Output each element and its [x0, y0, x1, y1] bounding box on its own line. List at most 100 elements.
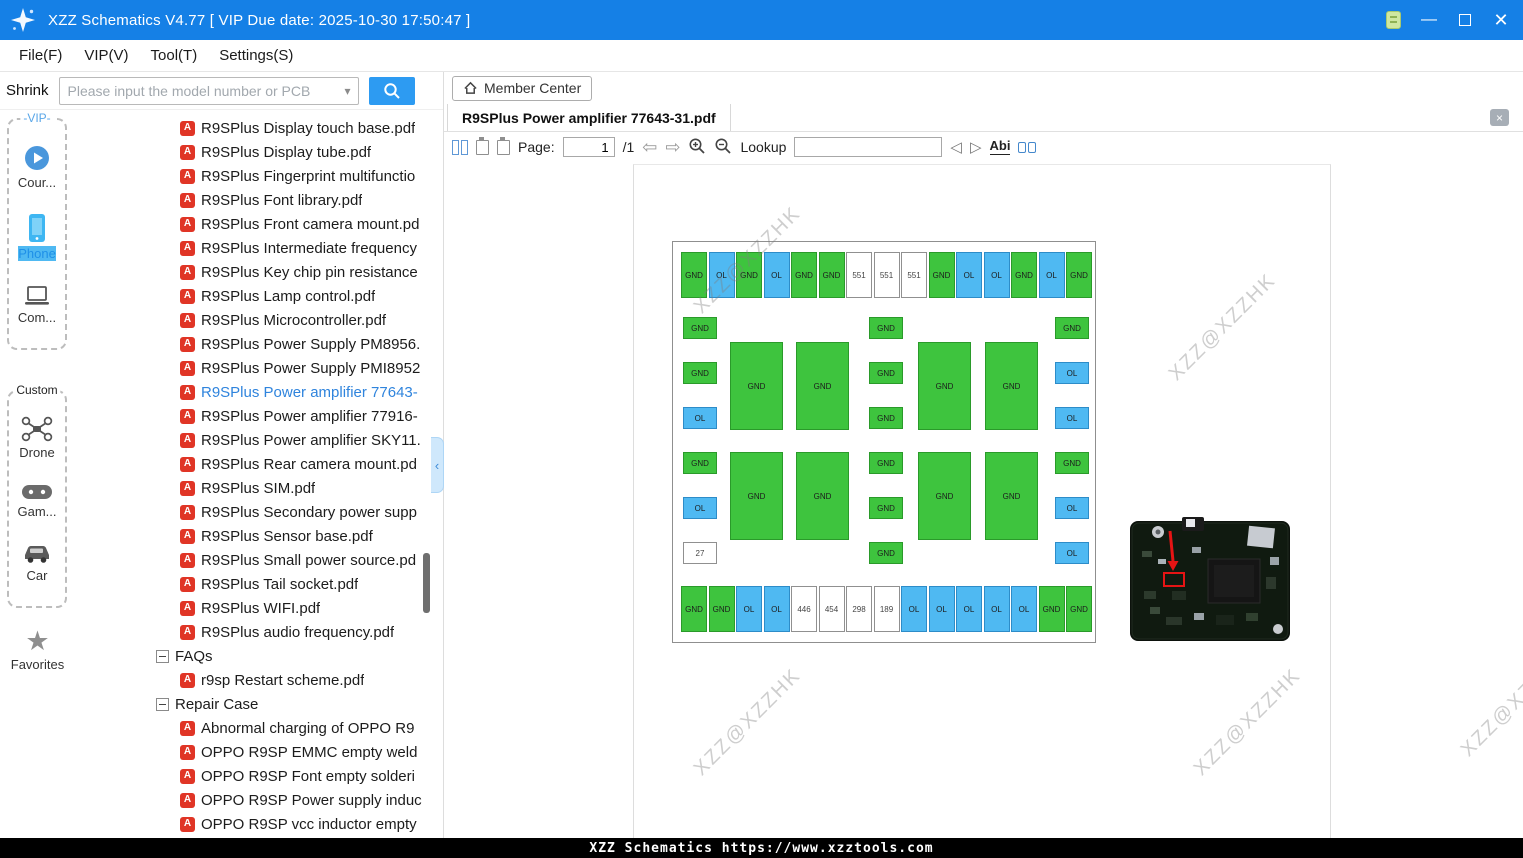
- pad-cell: GND: [928, 252, 955, 298]
- pad-cell: OL: [983, 252, 1010, 298]
- tree-item[interactable]: A R9SPlus Power amplifier SKY11.: [75, 428, 443, 452]
- minimize-button[interactable]: —: [1411, 0, 1447, 40]
- tree-item[interactable]: A OPPO R9SP EMMC empty weld: [75, 740, 443, 764]
- tree-item[interactable]: A Abnormal charging of OPPO R9: [75, 716, 443, 740]
- pad-cell: OL: [956, 586, 982, 632]
- car-icon: [25, 545, 49, 563]
- menu-item[interactable]: File(F): [8, 47, 73, 64]
- two-page-view-icon[interactable]: [452, 139, 468, 155]
- sidebar-item-computer[interactable]: Com...: [18, 285, 56, 325]
- pad-cell: OL: [763, 252, 790, 298]
- pdf-file-icon: A: [180, 576, 195, 592]
- shrink-button[interactable]: Shrink: [6, 82, 49, 99]
- highlight-all-icon[interactable]: [1018, 141, 1037, 153]
- tab-bar: R9SPlus Power amplifier 77643-31.pdf ×: [444, 104, 1523, 132]
- tree-item[interactable]: A OPPO R9SP Font empty solderi: [75, 764, 443, 788]
- tree-item[interactable]: A R9SPlus Key chip pin resistance: [75, 260, 443, 284]
- sidebar-item-game[interactable]: Gam...: [17, 483, 57, 519]
- search-input[interactable]: [59, 82, 338, 99]
- pad-cell: OL: [1038, 252, 1065, 298]
- tree-item[interactable]: A R9SPlus Front camera mount.pd: [75, 212, 443, 236]
- tree-item[interactable]: A R9SPlus Power Supply PMI8952: [75, 356, 443, 380]
- sidebar-item-phone[interactable]: Phone: [18, 213, 56, 261]
- tree-item[interactable]: A R9SPlus Display tube.pdf: [75, 140, 443, 164]
- zoom-out-icon[interactable]: [714, 137, 732, 158]
- tree-item[interactable]: A R9SPlus Display touch base.pdf: [75, 116, 443, 140]
- tree-item[interactable]: A R9SPlus WIFI.pdf: [75, 596, 443, 620]
- pad-cell: GND: [869, 452, 903, 474]
- chevron-down-icon[interactable]: ▾: [338, 84, 358, 98]
- status-bar: XZZ Schematics https://www.xzztools.com: [0, 838, 1523, 858]
- lookup-input[interactable]: [794, 137, 943, 157]
- tree-item[interactable]: A R9SPlus Secondary power supp: [75, 500, 443, 524]
- rotate-left-icon[interactable]: [476, 136, 489, 155]
- panel-collapse-handle[interactable]: ‹: [431, 437, 444, 493]
- zoom-in-icon[interactable]: [688, 137, 706, 158]
- sidebar-item-favorites[interactable]: ★ Favorites: [0, 628, 75, 673]
- pad-cell: OL: [736, 586, 762, 632]
- rotate-right-icon[interactable]: [497, 136, 510, 155]
- menu-item[interactable]: Settings(S): [208, 47, 304, 64]
- tree-item[interactable]: A R9SPlus Power Supply PM8956.: [75, 332, 443, 356]
- tree-group-repair-case[interactable]: Repair Case: [75, 692, 443, 716]
- tree-item[interactable]: A R9SPlus Fingerprint multifunctio: [75, 164, 443, 188]
- tree-item[interactable]: A R9SPlus Power amplifier 77916-: [75, 404, 443, 428]
- tree-item[interactable]: A R9SPlus Microcontroller.pdf: [75, 308, 443, 332]
- tree-item[interactable]: A R9SPlus Sensor base.pdf: [75, 524, 443, 548]
- member-center-button[interactable]: Member Center: [452, 75, 593, 101]
- sidebar-item-drone[interactable]: Drone: [19, 416, 55, 460]
- tree-item[interactable]: A R9SPlus Rear camera mount.pd: [75, 452, 443, 476]
- category-sidebar: -VIP- Cour... Phone Com... Custom Drone …: [0, 110, 75, 838]
- find-previous-icon[interactable]: ◁: [950, 140, 962, 155]
- pad-cell: 27: [683, 542, 717, 564]
- tree-item[interactable]: A R9SPlus Power amplifier 77643-: [75, 380, 443, 404]
- tree-scrollbar-thumb[interactable]: [423, 553, 430, 613]
- tree-group-faqs[interactable]: FAQs: [75, 644, 443, 668]
- next-page-icon[interactable]: ⇨: [665, 138, 680, 156]
- pdf-file-icon: A: [180, 264, 195, 280]
- menu-item[interactable]: Tool(T): [140, 47, 209, 64]
- pdf-file-icon: A: [180, 816, 195, 832]
- close-tab-icon[interactable]: ×: [1490, 109, 1509, 126]
- left-pane: Shrink ▾ -VIP-: [0, 72, 443, 838]
- font-tool-icon[interactable]: Abi: [989, 139, 1011, 155]
- sidebar-item-course[interactable]: Cour...: [18, 144, 56, 190]
- tree-item[interactable]: A R9SPlus SIM.pdf: [75, 476, 443, 500]
- collapse-minus-icon[interactable]: [156, 697, 169, 711]
- pad-cell: 446: [791, 586, 817, 632]
- tree-item[interactable]: A R9SPlus Lamp control.pdf: [75, 284, 443, 308]
- tree-item[interactable]: A R9SPlus audio frequency.pdf: [75, 620, 443, 644]
- tree-item[interactable]: A R9SPlus Font library.pdf: [75, 188, 443, 212]
- tree-item[interactable]: A OPPO R9SP vcc inductor empty: [75, 812, 443, 836]
- home-icon: [464, 81, 477, 94]
- drone-icon: [21, 416, 53, 441]
- custom-section-title: Custom: [13, 383, 61, 397]
- pad-cell: GND: [1066, 586, 1092, 632]
- pad-block: GND: [985, 342, 1038, 430]
- find-next-icon[interactable]: ▷: [970, 140, 982, 155]
- tree-item-label: R9SPlus Fingerprint multifunctio: [201, 167, 416, 185]
- sidebar-item-car[interactable]: Car: [21, 543, 53, 583]
- menu-item[interactable]: VIP(V): [73, 47, 139, 64]
- tree-item[interactable]: A r9sp Restart scheme.pdf: [75, 668, 443, 692]
- tree-item[interactable]: A OPPO R9SP Power supply induc: [75, 788, 443, 812]
- previous-page-icon[interactable]: ⇦: [642, 138, 657, 156]
- pdf-file-icon: A: [180, 672, 195, 688]
- tree-item-label: R9SPlus Sensor base.pdf: [201, 527, 373, 545]
- collapse-minus-icon[interactable]: [156, 649, 169, 663]
- search-button[interactable]: [368, 76, 415, 105]
- tree-item[interactable]: A R9SPlus Intermediate frequency: [75, 236, 443, 260]
- tree-item-label: R9SPlus Rear camera mount.pd: [201, 455, 417, 473]
- page-number-input[interactable]: [562, 137, 615, 157]
- document-tab[interactable]: R9SPlus Power amplifier 77643-31.pdf: [447, 104, 731, 131]
- vip-clipboard-icon[interactable]: [1375, 0, 1411, 40]
- tree-item[interactable]: A R9SPlus Tail socket.pdf: [75, 572, 443, 596]
- pad-cell: OL: [928, 586, 955, 632]
- close-button[interactable]: ✕: [1483, 0, 1519, 40]
- pad-cell: GND: [683, 362, 717, 384]
- pad-cell: GND: [1038, 586, 1065, 632]
- pdf-viewer[interactable]: GND OL GND OL GND GND 551 551 551 GND OL OL GND OL GND…: [444, 162, 1523, 838]
- tree-item[interactable]: A R9SPlus Small power source.pd: [75, 548, 443, 572]
- pdf-file-icon: A: [180, 768, 195, 784]
- maximize-button[interactable]: [1447, 0, 1483, 40]
